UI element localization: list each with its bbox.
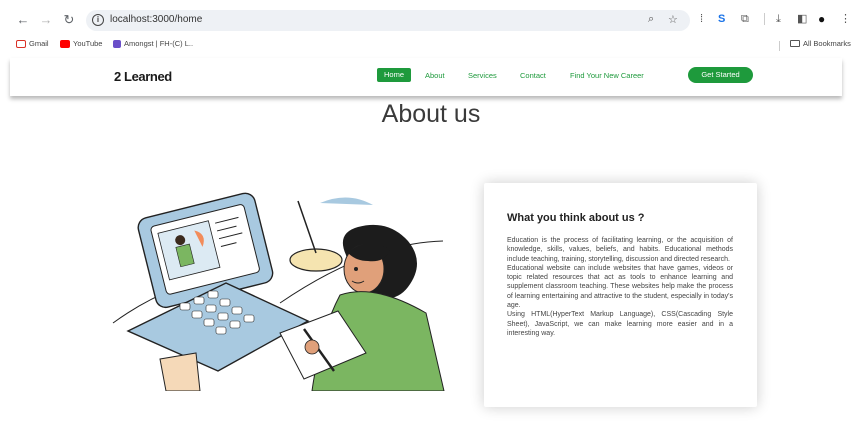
page-title: About us — [381, 100, 481, 128]
bookmark-youtube[interactable]: YouTube — [60, 39, 102, 48]
nav-home[interactable]: Home — [377, 68, 411, 82]
side-panel-icon[interactable]: ◧ — [797, 12, 807, 26]
forward-arrow-icon[interactable]: → — [39, 13, 53, 27]
bookmarks-divider — [779, 41, 780, 51]
url-text[interactable]: localhost:3000/home — [110, 14, 202, 25]
extension-icon[interactable]: ⁞ — [700, 12, 703, 26]
site-info-icon[interactable]: i — [92, 14, 104, 26]
bookmark-star-icon[interactable]: ☆ — [668, 13, 678, 26]
site-logo[interactable]: 2 Learned — [114, 69, 172, 84]
menu-kebab-icon[interactable]: ⋮ — [840, 12, 851, 26]
card-paragraph: Education is the process of facilitating… — [507, 237, 733, 263]
bookmark-gmail[interactable]: Gmail — [16, 39, 49, 48]
bookmark-label: Gmail — [29, 39, 49, 48]
card-body: Education is the process of facilitating… — [507, 236, 733, 338]
bookmark-label: Amongst | FH-(C) L.. — [124, 39, 194, 48]
bookmark-label: YouTube — [73, 39, 103, 48]
reload-icon[interactable]: ↻ — [62, 13, 76, 27]
student-laptop-illustration — [112, 192, 445, 391]
back-arrow-icon[interactable]: ← — [16, 13, 30, 27]
about-card: What you think about us ? Education is t… — [484, 183, 757, 407]
nav-find-career[interactable]: Find Your New Career — [570, 71, 644, 80]
card-heading: What you think about us ? — [507, 212, 645, 224]
card-paragraph: Using HTML(HyperText Markup Language), C… — [507, 311, 733, 337]
folder-icon — [790, 40, 800, 47]
youtube-icon — [60, 39, 70, 48]
site-header: 2 Learned Home About Services Contact Fi… — [10, 58, 842, 96]
bookmarks-bar: Gmail YouTube Amongst | FH-(C) L.. All B… — [0, 36, 852, 54]
profile-avatar-icon[interactable]: ● — [818, 12, 825, 26]
card-paragraph: Educational website can include websites… — [507, 264, 733, 310]
zoom-icon[interactable]: ⌕ — [648, 13, 654, 26]
extension-s-icon[interactable]: S — [718, 12, 725, 26]
all-bookmarks-label: All Bookmarks — [803, 39, 851, 48]
nav-services[interactable]: Services — [468, 71, 497, 80]
address-bar[interactable]: i localhost:3000/home ⌕ ☆ — [86, 10, 690, 31]
all-bookmarks[interactable]: All Bookmarks — [790, 39, 851, 48]
bookmark-amongst[interactable]: Amongst | FH-(C) L.. — [113, 39, 193, 48]
browser-toolbar: ← → ↻ i localhost:3000/home ⌕ ☆ ⁞ S ⧉ ⤓ … — [0, 0, 852, 40]
nav-contact[interactable]: Contact — [520, 71, 546, 80]
toolbar-divider — [764, 13, 765, 25]
puzzle-icon[interactable]: ⧉ — [741, 12, 749, 26]
get-started-button[interactable]: Get Started — [688, 67, 753, 83]
download-icon[interactable]: ⤓ — [776, 12, 781, 26]
app-grid-icon — [113, 39, 121, 48]
gmail-icon — [16, 39, 26, 48]
nav-about[interactable]: About — [425, 71, 445, 80]
